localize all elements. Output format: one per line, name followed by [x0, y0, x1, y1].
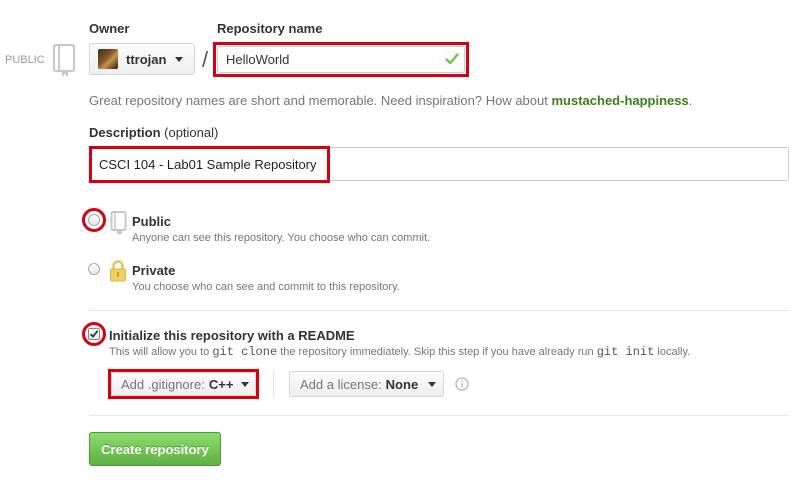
- create-repository-label: Create repository: [101, 441, 209, 457]
- suggestion-end: .: [688, 93, 693, 108]
- name-suggestion: Great repository names are short and mem…: [89, 93, 692, 108]
- private-radio[interactable]: [88, 263, 100, 275]
- readme-code-git-init: git init: [596, 345, 655, 359]
- description-label: Description: [89, 125, 161, 140]
- private-title[interactable]: Private: [132, 263, 175, 278]
- license-prefix: Add a license:: [300, 376, 382, 392]
- repo-book-icon: [52, 44, 78, 78]
- license-select[interactable]: Add a license: None: [289, 371, 444, 397]
- readme-desc-part-3: locally.: [657, 346, 691, 358]
- chevron-down-icon: [241, 381, 250, 387]
- owner-dropdown[interactable]: ttrojan: [89, 43, 195, 75]
- license-value: None: [385, 376, 419, 392]
- repository-name-input[interactable]: HelloWorld: [217, 46, 465, 73]
- section-divider-1: [89, 310, 789, 311]
- public-badge: PUBLIC: [5, 54, 45, 66]
- chevron-down-icon: [175, 56, 184, 62]
- private-description: You choose who can see and commit to thi…: [132, 281, 400, 293]
- avatar: [98, 49, 118, 69]
- owner-label: Owner: [89, 21, 130, 36]
- section-divider-2: [89, 415, 789, 416]
- description-value: CSCI 104 - Lab01 Sample Repository: [99, 157, 317, 172]
- public-radio[interactable]: [88, 214, 100, 226]
- public-title[interactable]: Public: [132, 214, 171, 229]
- check-icon: [445, 52, 459, 66]
- repository-name-value: HelloWorld: [226, 52, 290, 67]
- select-divider: [273, 370, 274, 398]
- gitignore-select[interactable]: Add .gitignore: C++: [111, 372, 256, 396]
- owner-name: ttrojan: [126, 51, 167, 67]
- info-icon[interactable]: [455, 377, 469, 391]
- description-optional: (optional): [164, 125, 219, 140]
- owner-repo-separator: /: [202, 47, 209, 72]
- suggestion-link[interactable]: mustached-happiness: [551, 93, 688, 108]
- readme-desc-part-2: the repository immediately. Skip this st…: [280, 346, 594, 358]
- readme-checkbox[interactable]: [88, 328, 100, 340]
- readme-description: This will allow you to git clone the rep…: [109, 345, 690, 359]
- chevron-down-icon: [428, 381, 437, 387]
- suggestion-text: Great repository names are short and mem…: [89, 93, 548, 108]
- readme-title[interactable]: Initialize this repository with a README: [109, 328, 355, 343]
- public-book-icon: [110, 211, 128, 235]
- gitignore-prefix: Add .gitignore:: [121, 376, 205, 392]
- checkmark-icon: [89, 330, 99, 338]
- repository-name-label: Repository name: [217, 21, 323, 36]
- create-repository-button[interactable]: Create repository: [89, 432, 221, 466]
- readme-desc-part-1: This will allow you to: [109, 346, 210, 358]
- description-label-row: Description (optional): [89, 125, 218, 140]
- gitignore-value: C++: [208, 376, 234, 392]
- lock-icon: [109, 259, 127, 283]
- public-description: Anyone can see this repository. You choo…: [132, 232, 431, 244]
- readme-code-git-clone: git clone: [212, 345, 278, 359]
